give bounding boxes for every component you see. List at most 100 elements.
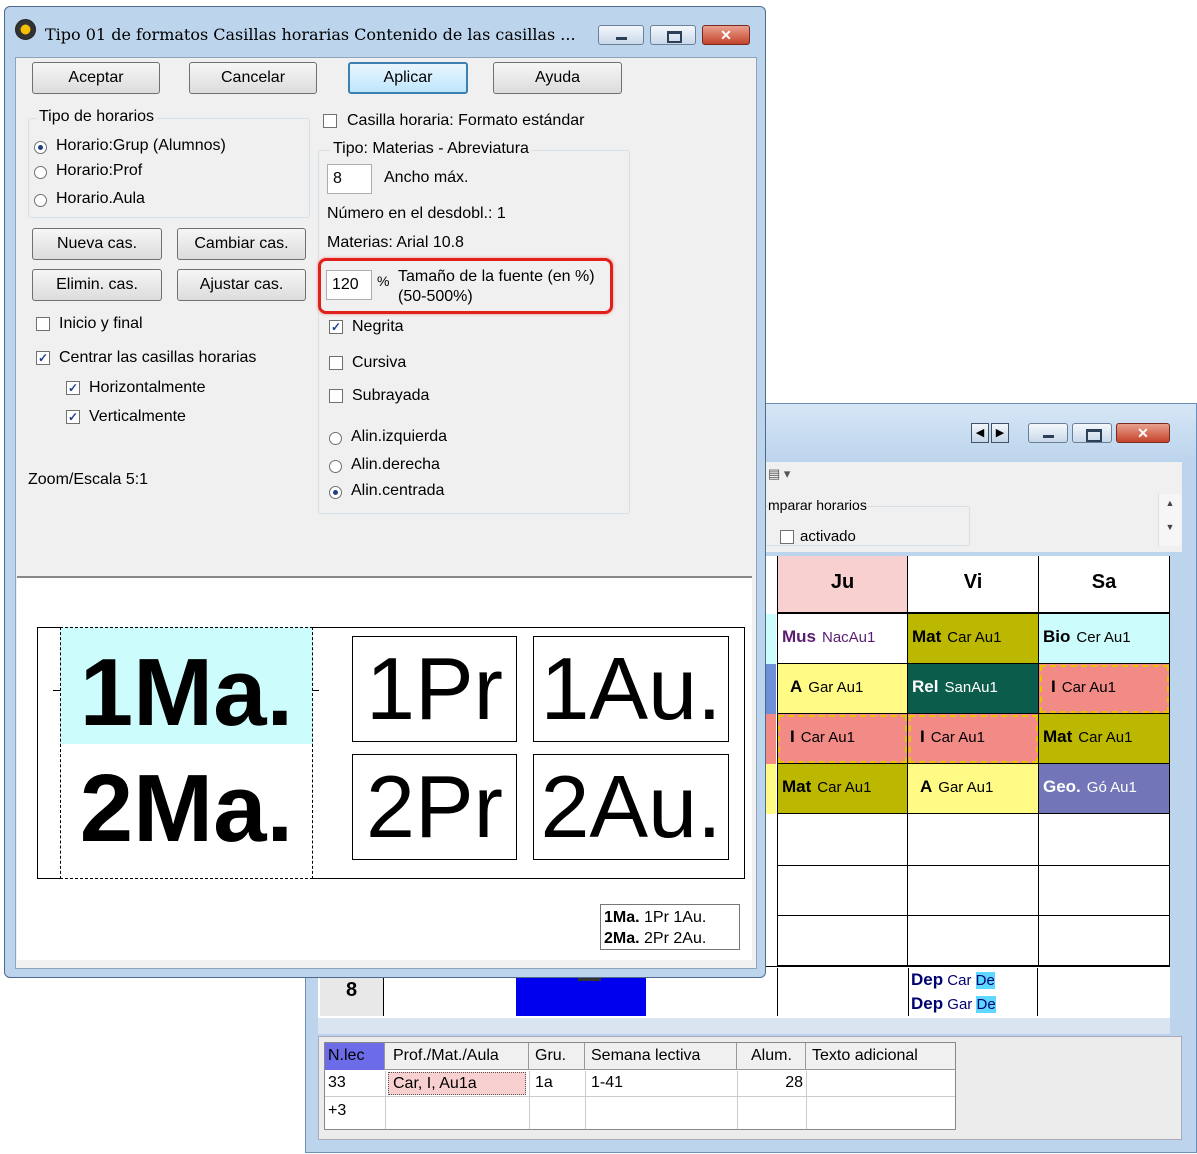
cancel-button[interactable]: Cancelar — [189, 62, 317, 94]
lesson-detail: Car Au1 — [1078, 729, 1133, 746]
column-header-gru[interactable]: Gru. — [529, 1043, 585, 1070]
activated-label: activado — [800, 528, 856, 544]
lesson-detail: SanAu1 — [944, 679, 998, 696]
align-left-label: Alin.izquierda — [351, 428, 448, 445]
center-cells-checkbox[interactable]: ✓ — [36, 351, 50, 365]
maximize-button[interactable] — [650, 25, 696, 45]
minimize-button[interactable] — [1028, 423, 1068, 443]
scrollbar[interactable]: ▲ ▼ — [1158, 494, 1181, 546]
preview-teacher-1[interactable]: 1Pr — [352, 636, 517, 742]
radio-horario-aula[interactable] — [34, 194, 47, 207]
column-header-prof[interactable]: Prof./Mat./Aula — [385, 1043, 529, 1070]
close-icon: ✕ — [1137, 425, 1149, 441]
empty-cell[interactable] — [908, 916, 1039, 966]
lesson-cell[interactable]: Mat Car Au1 — [777, 764, 908, 814]
preview-small-line: 1Ma. 1Pr 1Au. — [604, 907, 736, 928]
compare-label: mparar horarios — [768, 497, 867, 513]
max-width-input[interactable]: 8 — [327, 164, 372, 194]
empty-cell[interactable] — [1039, 814, 1170, 866]
empty-cell[interactable] — [1039, 916, 1170, 966]
horizontal-label: Horizontalmente — [89, 379, 206, 396]
horizontal-checkbox[interactable]: ✓ — [66, 381, 80, 395]
zoom-label: Zoom/Escala 5:1 — [28, 471, 149, 488]
lesson-cell[interactable]: Mat Car Au1 — [1039, 714, 1170, 764]
lesson-cell[interactable]: Bio Cer Au1 — [1039, 614, 1170, 664]
standard-format-label: Casilla horaria: Formato estándar — [347, 112, 585, 129]
type-legend: Tipo: Materias - Abreviatura — [330, 140, 532, 158]
italic-checkbox[interactable] — [329, 356, 343, 370]
preview-teacher-2[interactable]: 2Pr — [352, 754, 517, 860]
help-button[interactable]: Ayuda — [493, 62, 622, 94]
accept-button[interactable]: Aceptar — [32, 62, 160, 94]
close-button[interactable]: ✕ — [702, 25, 750, 45]
empty-cell[interactable] — [777, 866, 908, 916]
delete-cell-button[interactable]: Elimin. cas. — [32, 269, 162, 301]
lesson-room: De — [975, 972, 995, 989]
empty-cell[interactable] — [908, 814, 1039, 866]
prev-arrow-button[interactable]: ◀ — [971, 423, 989, 443]
lesson-subject: Bio — [1043, 627, 1071, 646]
empty-cell[interactable] — [777, 916, 908, 966]
close-button[interactable]: ✕ — [1116, 423, 1170, 443]
lesson-cell[interactable]: Rel SanAu1 — [908, 664, 1039, 714]
toolbar-dropdown-icon[interactable]: ▤ ▾ — [768, 466, 790, 482]
align-right-radio[interactable] — [329, 460, 342, 473]
cell-nlec: 33 — [328, 1074, 346, 1091]
apply-button[interactable]: Aplicar — [348, 62, 468, 94]
schedule-type-legend: Tipo de horarios — [36, 108, 158, 126]
minimize-icon — [616, 37, 627, 40]
new-cell-button[interactable]: Nueva cas. — [32, 228, 162, 260]
align-center-radio[interactable] — [329, 486, 342, 499]
lesson-subject: Mus — [782, 627, 816, 646]
change-cell-button[interactable]: Cambiar cas. — [177, 228, 306, 260]
lesson-cell[interactable]: Mat Car Au1 — [908, 614, 1039, 664]
cell-fragment — [766, 764, 776, 814]
column-header-nlec[interactable]: N.lec — [325, 1043, 385, 1070]
lesson-detail: Gó Au1 — [1086, 779, 1137, 796]
center-cells-label: Centrar las casillas horarias — [59, 349, 257, 366]
underline-label: Subrayada — [352, 387, 430, 404]
preview-room-1[interactable]: 1Au. — [533, 636, 729, 742]
preview-room-2[interactable]: 2Au. — [533, 754, 729, 860]
lesson-detail: NacAu1 — [822, 629, 876, 646]
radio-horario-prof[interactable] — [34, 166, 47, 179]
bold-checkbox[interactable]: ✓ — [329, 320, 343, 334]
preview-small-rest: 1Pr 1Au. — [639, 909, 707, 926]
activated-checkbox[interactable] — [780, 530, 794, 544]
vertical-checkbox[interactable]: ✓ — [66, 410, 80, 424]
empty-cell[interactable] — [908, 866, 1039, 916]
preview-small-rest: 2Pr 2Au. — [639, 930, 707, 947]
lesson-cell[interactable]: Dep Car De Dep Gar De — [908, 968, 1038, 1016]
standard-format-checkbox[interactable] — [323, 114, 337, 128]
col-divider — [806, 1071, 807, 1129]
underline-checkbox[interactable] — [329, 389, 343, 403]
lesson-cell[interactable]: I Car Au1 — [777, 714, 908, 764]
adjust-cell-button[interactable]: Ajustar cas. — [177, 269, 306, 301]
lesson-cell[interactable]: I Car Au1 — [1039, 664, 1170, 714]
minimize-button[interactable] — [598, 25, 644, 45]
preview-subject-2[interactable]: 2Ma. — [60, 744, 313, 879]
lesson-subject: Dep — [911, 970, 944, 989]
column-header-texto[interactable]: Texto adicional — [806, 1043, 955, 1070]
lesson-subject: A — [920, 777, 933, 796]
lesson-cell[interactable]: A Gar Au1 — [777, 664, 908, 714]
col-divider — [585, 1071, 586, 1129]
preview-subject-1[interactable]: 1Ma. — [60, 627, 313, 762]
lesson-cell[interactable]: A Gar Au1 — [908, 764, 1039, 814]
empty-cell[interactable] — [777, 814, 908, 866]
column-header-alum[interactable]: Alum. — [737, 1043, 806, 1070]
cell-fragment — [766, 714, 776, 764]
lesson-cell[interactable]: I Car Au1 — [908, 714, 1039, 764]
split-number-label: Número en el desdobl.: 1 — [327, 205, 506, 222]
empty-cell[interactable] — [1039, 866, 1170, 916]
lesson-cell[interactable]: Mus NacAu1 — [777, 614, 908, 664]
start-end-checkbox[interactable] — [36, 317, 50, 331]
radio-horario-grup[interactable] — [34, 141, 47, 154]
lesson-subject: I — [920, 727, 925, 746]
font-size-input[interactable]: 120 — [326, 270, 372, 300]
maximize-button[interactable] — [1072, 423, 1112, 443]
column-header-semana[interactable]: Semana lectiva — [585, 1043, 737, 1070]
lesson-cell[interactable]: Geo. Gó Au1 — [1039, 764, 1170, 814]
align-left-radio[interactable] — [329, 432, 342, 445]
next-arrow-button[interactable]: ▶ — [991, 423, 1009, 443]
